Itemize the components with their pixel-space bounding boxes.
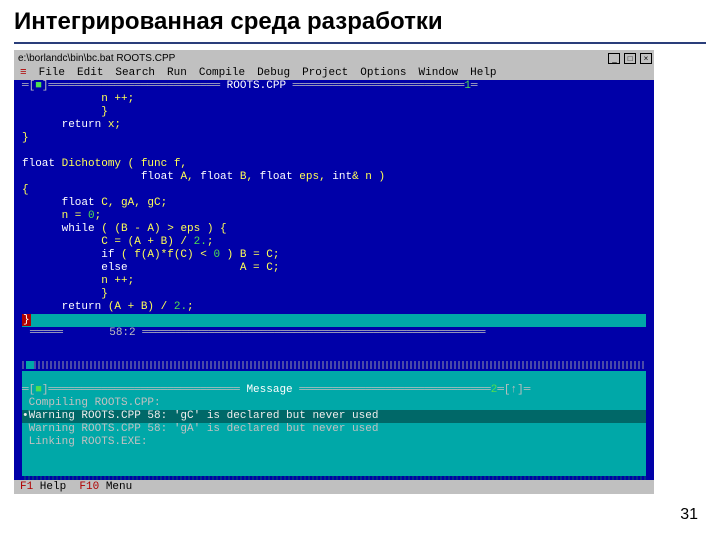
message-title: Message bbox=[246, 384, 292, 396]
message-frame-top: ═[■]═════════════════════════════ Messag… bbox=[22, 384, 646, 397]
code-line: n ++; bbox=[22, 93, 134, 105]
status-f10-key[interactable]: F10 bbox=[79, 481, 99, 493]
menu-compile[interactable]: Compile bbox=[199, 67, 245, 80]
maximize-button[interactable]: □ bbox=[624, 53, 636, 64]
window-path: e:\borlandc\bin\bc.bat ROOTS.CPP bbox=[16, 52, 175, 65]
slide-title: Интегрированная среда разработки bbox=[0, 0, 720, 40]
menu-project[interactable]: Project bbox=[302, 67, 348, 80]
menu-file[interactable]: File bbox=[39, 67, 65, 80]
slide-page-number: 31 bbox=[680, 506, 698, 524]
message-line: Warning ROOTS.CPP 58: 'gA' is declared b… bbox=[22, 423, 378, 435]
message-panel: ═[■]═════════════════════════════ Messag… bbox=[22, 371, 646, 476]
message-window-number: 2 bbox=[491, 384, 498, 396]
menu-search[interactable]: Search bbox=[115, 67, 155, 80]
window-controls: _ □ × bbox=[607, 52, 652, 65]
menu-window[interactable]: Window bbox=[419, 67, 459, 80]
message-line: Linking ROOTS.EXE: bbox=[22, 436, 147, 448]
editor-highlighted-line: } bbox=[22, 314, 646, 327]
menu-system[interactable]: ≡ bbox=[20, 67, 27, 80]
editor-window-number: 1 bbox=[464, 80, 471, 92]
editor-panel: ═[■]══════════════════════════ ROOTS.CPP… bbox=[14, 80, 654, 360]
minimize-button[interactable]: _ bbox=[608, 53, 620, 64]
editor-hscrollbar[interactable] bbox=[22, 361, 646, 369]
menu-help[interactable]: Help bbox=[470, 67, 496, 80]
menu-run[interactable]: Run bbox=[167, 67, 187, 80]
code-line: n ++; bbox=[22, 275, 134, 287]
menu-debug[interactable]: Debug bbox=[257, 67, 290, 80]
code-line: { bbox=[22, 184, 29, 196]
menu-options[interactable]: Options bbox=[360, 67, 406, 80]
window-titlebar[interactable]: e:\borlandc\bin\bc.bat ROOTS.CPP _ □ × bbox=[14, 50, 654, 66]
message-line: Compiling ROOTS.CPP: bbox=[22, 397, 161, 409]
editor-cursor-pos: ═════ 58:2 ═════════════════════════════… bbox=[22, 327, 646, 340]
status-f1-label: Help bbox=[33, 481, 79, 493]
editor-frame-top: ═[■]══════════════════════════ ROOTS.CPP… bbox=[22, 80, 646, 93]
code-line: } bbox=[22, 288, 108, 300]
title-divider bbox=[14, 42, 706, 44]
code-line: } bbox=[22, 132, 29, 144]
menu-edit[interactable]: Edit bbox=[77, 67, 103, 80]
status-f10-label: Menu bbox=[99, 481, 132, 493]
close-button[interactable]: × bbox=[640, 53, 652, 64]
editor-code[interactable]: n ++; } return x; } float Dichotomy ( fu… bbox=[22, 93, 646, 327]
code-line: } bbox=[22, 106, 108, 118]
editor-filename: ROOTS.CPP bbox=[227, 80, 286, 92]
ide-window: e:\borlandc\bin\bc.bat ROOTS.CPP _ □ × ≡… bbox=[14, 50, 654, 494]
menu-bar[interactable]: ≡ File Edit Search Run Compile Debug Pro… bbox=[14, 66, 654, 80]
status-f1-key[interactable]: F1 bbox=[20, 481, 33, 493]
status-bar: F1 Help F10 Menu bbox=[14, 480, 654, 494]
scrollbar-thumb[interactable] bbox=[26, 361, 34, 369]
message-line-selected[interactable]: •Warning ROOTS.CPP 58: 'gC' is declared … bbox=[22, 410, 646, 423]
